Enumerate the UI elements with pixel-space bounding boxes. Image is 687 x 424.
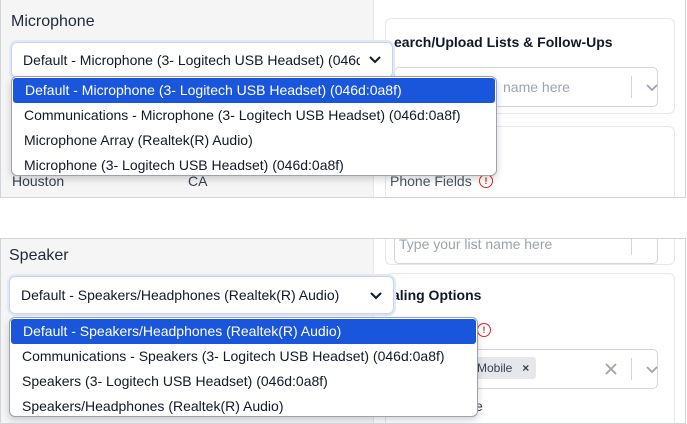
microphone-select[interactable]: Default - Microphone (3- Logitech USB He… [11,42,393,78]
microphone-selected-value: Default - Microphone (3- Logitech USB He… [23,52,393,68]
chevron-down-icon[interactable] [641,358,663,380]
chevron-down-icon[interactable] [368,54,382,66]
clear-icon[interactable] [601,359,621,379]
speaker-select[interactable]: Default - Speakers/Headphones (Realtek(R… [9,276,394,314]
phone-type-chip: Mobile × [473,357,536,379]
microphone-option[interactable]: Default - Microphone (3- Logitech USB He… [13,78,495,103]
microphone-option[interactable]: Microphone Array (Realtek(R) Audio) [12,128,496,153]
microphone-panel: Houston CA earch/Upload Lists & Follow-U… [0,0,686,198]
speaker-option[interactable]: Default - Speakers/Headphones (Realtek(R… [11,319,476,344]
speaker-selected-value: Default - Speakers/Headphones (Realtek(R… [21,287,340,303]
microphone-options-list: Default - Microphone (3- Logitech USB He… [11,76,497,176]
dialing-options-title: aling Options [392,287,482,303]
select-divider [631,76,632,98]
speaker-option[interactable]: Speakers/Headphones (Realtek(R) Audio) [10,394,477,416]
lists-section-title: earch/Upload Lists & Follow-Ups [394,34,613,50]
speaker-option[interactable]: Communications - Speakers (3- Logitech U… [10,344,477,369]
chip-remove-icon[interactable]: × [516,357,536,379]
list-name-placeholder: name here [503,79,570,95]
list-name-select[interactable]: Type your list name here [394,238,658,264]
microphone-option[interactable]: Communications - Microphone (3- Logitech… [12,103,496,128]
select-divider [631,239,632,255]
chevron-down-icon[interactable] [369,290,383,302]
required-info-icon: ! [477,323,491,337]
microphone-label: Microphone [11,13,95,30]
chip-label: Mobile [477,361,513,375]
chevron-down-icon[interactable] [641,76,663,98]
speaker-label: Speaker [9,247,69,264]
required-info-icon: ! [479,174,493,188]
microphone-option[interactable]: Microphone (3- Logitech USB Headset) (04… [12,153,496,175]
list-name-placeholder: Type your list name here [399,238,553,252]
list-name-card: Type your list name here [385,238,675,265]
select-divider [631,358,632,380]
speaker-options-list: Default - Speakers/Headphones (Realtek(R… [9,317,478,417]
speaker-panel: Type your list name here aling Options !… [0,238,686,424]
speaker-option[interactable]: Speakers (3- Logitech USB Headset) (046d… [10,369,477,394]
